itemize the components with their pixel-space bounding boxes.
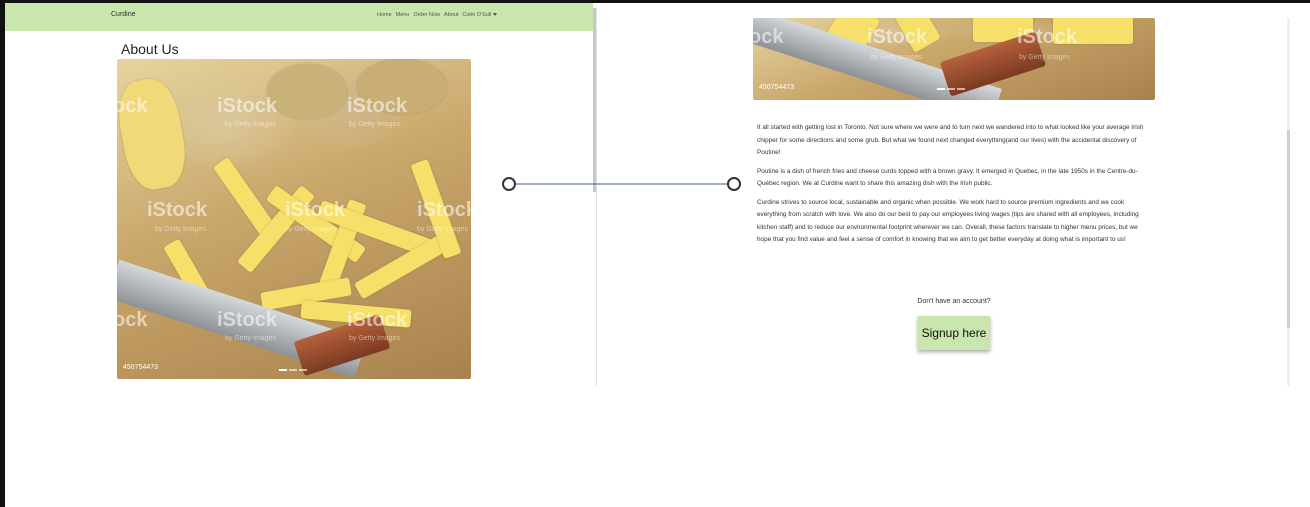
watermark: ock — [117, 309, 148, 331]
carousel-indicator[interactable] — [937, 88, 945, 90]
carousel-indicator[interactable] — [289, 369, 297, 371]
watermark: iStock — [347, 95, 408, 117]
user-menu-dropdown[interactable]: Colm O'Sull — [462, 12, 498, 18]
watermark: iStock — [217, 95, 278, 117]
potato-slice-image — [117, 74, 192, 194]
watermark-sub: by Getty Images — [155, 226, 206, 233]
nav-link-menu[interactable]: Menu — [396, 12, 410, 18]
carousel-left[interactable]: iStock iStock ock by Getty Images by Get… — [117, 59, 471, 379]
watermark: iStock — [147, 199, 208, 221]
carousel-indicator[interactable] — [957, 88, 965, 90]
watermark: iStock — [347, 309, 408, 331]
watermark-sub: by Getty Images — [349, 335, 400, 342]
image-code: 450754473 — [759, 84, 795, 91]
caret-down-icon — [493, 13, 498, 17]
watermark: iStock — [1017, 26, 1078, 48]
watermark-sub: by Getty Images — [871, 54, 922, 61]
nav-link-order-now[interactable]: Order Now — [413, 12, 440, 18]
watermark-sub: by Getty Images — [349, 121, 400, 128]
navbar-brand[interactable]: Curdine — [111, 11, 136, 18]
signup-button[interactable]: Signup here — [918, 316, 990, 350]
watermark-sub: by Getty Images — [1019, 54, 1070, 61]
right-scrollbar[interactable] — [1287, 130, 1290, 328]
carousel-indicators[interactable] — [937, 88, 965, 90]
nav-link-home[interactable]: Home — [377, 12, 392, 18]
connector-end-handle — [727, 177, 741, 191]
watermark-sub: by Getty Images — [225, 335, 276, 342]
about-paragraph: Curdine strives to source local, sustain… — [757, 198, 1139, 244]
carousel-indicator[interactable] — [299, 369, 307, 371]
panel-divider — [596, 8, 597, 386]
watermark-sub: by Getty Images — [285, 226, 336, 233]
about-text: It all started with getting lost in Toro… — [757, 122, 1151, 253]
carousel-indicator[interactable] — [947, 88, 955, 90]
about-paragraph: It all started with getting lost in Toro… — [757, 124, 1144, 156]
watermark: iStock — [285, 199, 346, 221]
carousel-right[interactable]: ock iStock iStock by Getty Images by Get… — [753, 18, 1155, 100]
watermark: ock — [753, 26, 784, 48]
about-paragraph: Poutine is a dish of french fries and ch… — [757, 167, 1138, 188]
watermark-sub: by Getty Images — [225, 121, 276, 128]
user-menu-label: Colm O'Sull — [462, 12, 492, 18]
watermark: iStock — [417, 199, 471, 221]
whole-potato-image — [267, 64, 347, 119]
account-prompt: Don't have an account? — [917, 298, 991, 305]
page-title: About Us — [121, 41, 179, 57]
carousel-indicators[interactable] — [279, 369, 307, 371]
watermark: ock — [117, 95, 148, 117]
carousel-indicator[interactable] — [279, 369, 287, 371]
connector-start-handle — [502, 177, 516, 191]
image-code: 450754473 — [123, 364, 159, 371]
nav-link-about[interactable]: About — [444, 12, 458, 18]
nav-links: Home Menu Order Now About Colm O'Sull — [377, 12, 498, 18]
watermark: iStock — [217, 309, 278, 331]
navbar: Curdine Home Menu Order Now About Colm O… — [5, 3, 593, 31]
connector-line-icon — [502, 177, 741, 191]
watermark: iStock — [867, 26, 928, 48]
watermark-sub: by Getty Images — [417, 226, 468, 233]
